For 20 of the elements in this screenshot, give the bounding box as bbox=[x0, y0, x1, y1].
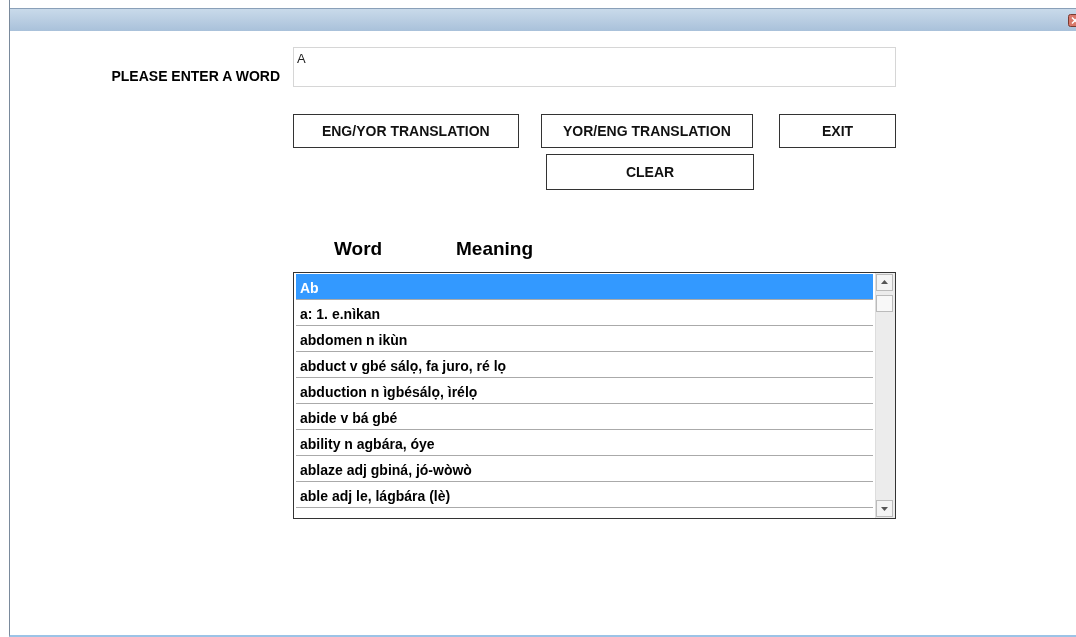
list-item[interactable]: abduct v gbé sálọ, fa juro, ré lọ bbox=[296, 352, 873, 378]
column-header: Meaning bbox=[456, 238, 534, 260]
list-item[interactable]: ablaze adj gbiná, jó-wòwò bbox=[296, 456, 873, 482]
list-item[interactable]: abide v bá gbé bbox=[296, 404, 873, 430]
scroll-up-icon[interactable] bbox=[876, 274, 893, 291]
scroll-thumb[interactable] bbox=[876, 295, 893, 312]
translate-button[interactable]: YOR/ENG TRANSLATION bbox=[540, 114, 754, 148]
list-item[interactable]: a: 1. e.nìkan bbox=[296, 300, 873, 326]
list-item[interactable]: able adj le, lágbára (lè) bbox=[296, 482, 873, 508]
word-label: PLEASE ENTER A WORD bbox=[110, 68, 281, 86]
column-header: Word bbox=[334, 238, 384, 260]
scrollbar[interactable] bbox=[875, 273, 895, 518]
clear-button[interactable]: CLEAR bbox=[546, 154, 754, 190]
exit-button[interactable]: EXIT bbox=[779, 114, 896, 148]
list-item[interactable]: abduction n ìgbésálọ, ìrélọ bbox=[296, 378, 873, 404]
list-item[interactable]: ability n agbára, óye bbox=[296, 430, 873, 456]
list-item[interactable]: abdomen n ikùn bbox=[296, 326, 873, 352]
scroll-down-icon[interactable] bbox=[876, 500, 893, 517]
translate-button[interactable]: ENG/YOR TRANSLATION bbox=[293, 114, 519, 148]
word-input-field[interactable]: A bbox=[293, 47, 896, 87]
